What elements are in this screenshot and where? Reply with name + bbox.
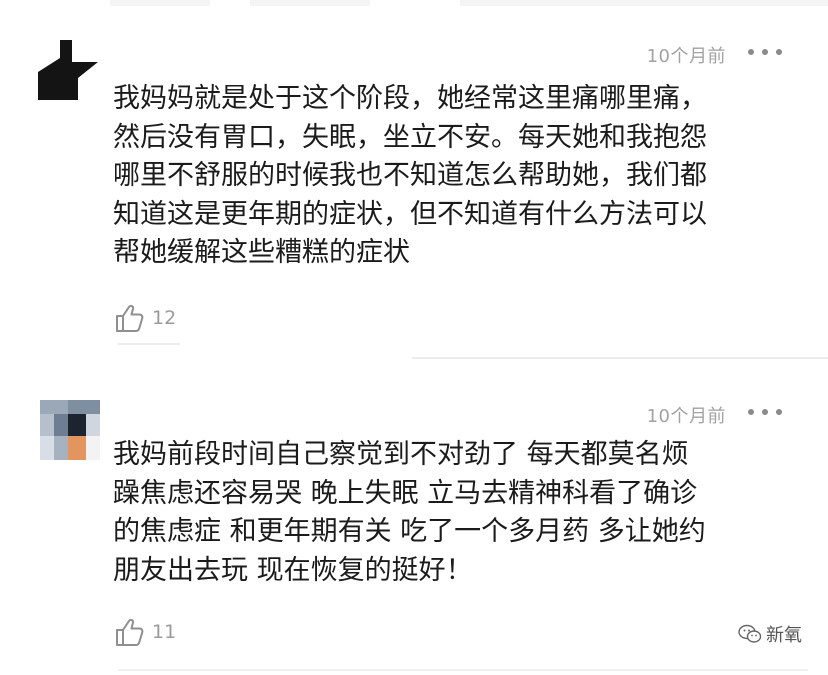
comment-text-line: 我妈妈就是处于这个阶段，她经常这里痛哪里痛，	[113, 83, 707, 114]
comment-item: 10个月前 我妈妈就是处于这个阶段，她经常这里痛哪里痛， 然后没有胃口，失眠，坐…	[0, 0, 828, 358]
comment-timestamp: 10个月前	[646, 46, 726, 67]
avatar[interactable]	[38, 40, 98, 100]
watermark-label: 新氧	[766, 625, 802, 646]
more-dots-icon[interactable]	[748, 48, 782, 56]
watermark: 新氧	[738, 621, 802, 647]
comment-text: 我妈前段时间自己察觉到不对劲了 每天都莫名烦 躁焦虑还容易哭 晚上失眠 立马去精…	[113, 436, 803, 590]
comment-timestamp: 10个月前	[646, 406, 726, 427]
comment-text-line: 我妈前段时间自己察觉到不对劲了 每天都莫名烦	[113, 439, 689, 470]
divider	[0, 337, 828, 361]
like-button[interactable]: 12	[114, 302, 176, 334]
comment-text-line: 的焦虑症 和更年期有关 吃了一个多月药 多让她约	[113, 516, 706, 547]
divider	[118, 669, 808, 671]
more-dots-icon[interactable]	[748, 408, 782, 416]
like-count: 11	[152, 621, 177, 643]
comment-text: 我妈妈就是处于这个阶段，她经常这里痛哪里痛， 然后没有胃口，失眠，坐立不安。每天…	[113, 80, 803, 273]
thumbs-up-icon	[116, 304, 144, 332]
like-button[interactable]: 11	[114, 616, 176, 648]
comment-text-line: 然后没有胃口，失眠，坐立不安。每天她和我抱怨	[113, 121, 707, 153]
like-count: 12	[152, 307, 177, 329]
comment-text-line: 朋友出去玩 现在恢复的挺好！	[113, 554, 473, 586]
comment-text-line: 哪里不舒服的时候我也不知道怎么帮助她，我们都	[113, 160, 707, 191]
avatar[interactable]	[40, 400, 100, 460]
comment-item: 10个月前 我妈前段时间自己察觉到不对劲了 每天都莫名烦 躁焦虑还容易哭 晚上失…	[0, 360, 828, 675]
thumbs-up-icon	[116, 618, 144, 646]
comment-text-line: 知道这是更年期的症状，但不知道有什么方法可以	[113, 198, 707, 230]
comment-text-line: 帮她缓解这些糟糕的症状	[113, 237, 410, 268]
comment-text-line: 躁焦虑还容易哭 晚上失眠 立马去精神科看了确诊	[113, 477, 698, 509]
wechat-icon	[738, 624, 762, 643]
